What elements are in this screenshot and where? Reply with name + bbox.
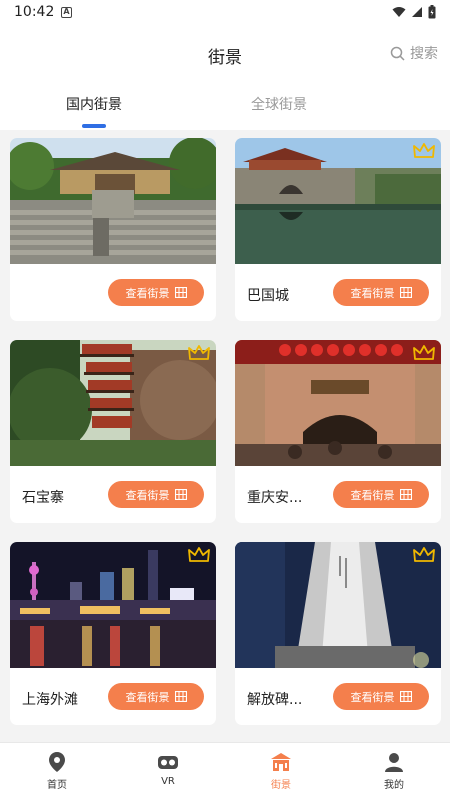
- card-thumbnail-image: [10, 340, 216, 466]
- nav-label: 首页: [47, 780, 67, 791]
- battery-icon: [428, 5, 436, 19]
- sim-indicator-icon: A: [61, 7, 72, 18]
- panorama-icon: [399, 489, 412, 500]
- person-icon: [385, 753, 403, 772]
- card-thumbnail-image: [235, 340, 441, 466]
- street-view-card[interactable]: 巴国城 查看街景: [235, 138, 441, 321]
- panorama-icon: [399, 691, 412, 702]
- bottom-navigation: 首页 VR 街景 我的: [0, 742, 450, 800]
- street-view-card[interactable]: 上海外滩 查看街景: [10, 542, 216, 725]
- vip-crown-icon: [413, 345, 435, 360]
- card-thumbnail-image: [10, 138, 216, 264]
- nav-label: 我的: [384, 780, 404, 791]
- button-label: 查看街景: [350, 690, 395, 704]
- card-thumbnail-image: [10, 542, 216, 668]
- street-view-card[interactable]: 解放碑... 查看街景: [235, 542, 441, 725]
- view-street-view-button[interactable]: 查看街景: [108, 279, 204, 306]
- button-label: 查看街景: [125, 488, 170, 502]
- card-location-name: 解放碑...: [247, 692, 303, 708]
- nav-item-vr[interactable]: VR: [138, 751, 198, 787]
- nav-item-home[interactable]: 首页: [27, 751, 87, 791]
- street-view-card[interactable]: 石宝寨 查看街景: [10, 340, 216, 523]
- view-street-view-button[interactable]: 查看街景: [108, 481, 204, 508]
- view-street-view-button[interactable]: 查看街景: [333, 279, 429, 306]
- location-pin-icon: [49, 752, 65, 772]
- panorama-icon: [174, 287, 187, 298]
- card-location-name: 上海外滩: [22, 692, 78, 708]
- active-tab-indicator: [82, 124, 106, 128]
- nav-label: VR: [161, 776, 175, 787]
- card-thumbnail-image: [235, 138, 441, 264]
- signal-icon: [412, 7, 422, 17]
- button-label: 查看街景: [350, 286, 395, 300]
- view-street-view-button[interactable]: 查看街景: [333, 683, 429, 710]
- nav-label: 街景: [271, 780, 291, 791]
- street-view-building-icon: [271, 753, 291, 771]
- nav-item-street-view[interactable]: 街景: [251, 751, 311, 791]
- status-time: 10:42: [14, 4, 55, 20]
- card-thumbnail-image: [235, 542, 441, 668]
- page-title: 街景: [208, 48, 242, 68]
- street-view-card[interactable]: 重庆安... 查看街景: [235, 340, 441, 523]
- vip-crown-icon: [413, 547, 435, 562]
- card-location-name: 巴国城: [247, 288, 289, 304]
- button-label: 查看街景: [350, 488, 395, 502]
- top-header: 街景 搜索 国内街景 全球街景: [0, 26, 450, 130]
- search-icon: [390, 46, 405, 61]
- button-label: 查看街景: [125, 690, 170, 704]
- status-icons: [392, 5, 436, 19]
- view-street-view-button[interactable]: 查看街景: [108, 683, 204, 710]
- card-location-name: 重庆安...: [247, 490, 303, 506]
- search-button[interactable]: 搜索: [390, 43, 438, 63]
- panorama-icon: [174, 691, 187, 702]
- panorama-icon: [174, 489, 187, 500]
- vip-crown-icon: [188, 547, 210, 562]
- vip-crown-icon: [188, 345, 210, 360]
- card-location-name: 石宝寨: [22, 490, 64, 506]
- button-label: 查看街景: [125, 286, 170, 300]
- panorama-icon: [399, 287, 412, 298]
- status-bar: 10:42 A: [0, 0, 450, 26]
- wifi-icon: [392, 7, 406, 17]
- street-view-card[interactable]: 查看街景: [10, 138, 216, 321]
- view-street-view-button[interactable]: 查看街景: [333, 481, 429, 508]
- vr-headset-icon: [158, 756, 178, 769]
- vip-crown-icon: [413, 143, 435, 158]
- search-label: 搜索: [410, 46, 438, 62]
- tab-global-street-view[interactable]: 全球街景: [251, 94, 307, 114]
- tab-domestic-street-view[interactable]: 国内街景: [66, 94, 122, 114]
- nav-item-profile[interactable]: 我的: [364, 751, 424, 791]
